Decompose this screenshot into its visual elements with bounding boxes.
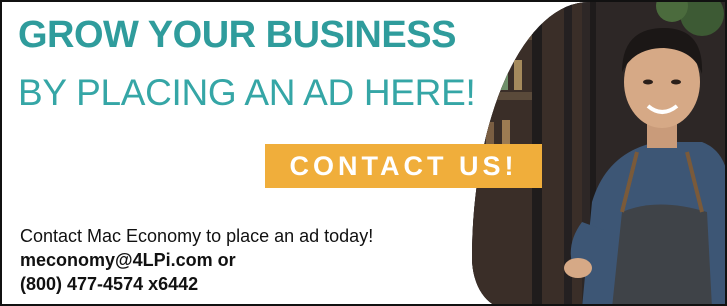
ad-banner: GROW YOUR BUSINESS BY PLACING AN AD HERE… <box>0 0 727 306</box>
contact-info: Contact Mac Economy to place an ad today… <box>20 224 373 296</box>
contact-email[interactable]: meconomy@4LPi.com or <box>20 248 373 272</box>
headline-primary: GROW YOUR BUSINESS <box>18 14 456 56</box>
contact-us-button[interactable]: CONTACT US! <box>265 144 542 188</box>
contact-description: Contact Mac Economy to place an ad today… <box>20 226 374 246</box>
contact-phone[interactable]: (800) 477-4574 x6442 <box>20 272 373 296</box>
headline-secondary: BY PLACING AN AD HERE! <box>18 72 476 113</box>
